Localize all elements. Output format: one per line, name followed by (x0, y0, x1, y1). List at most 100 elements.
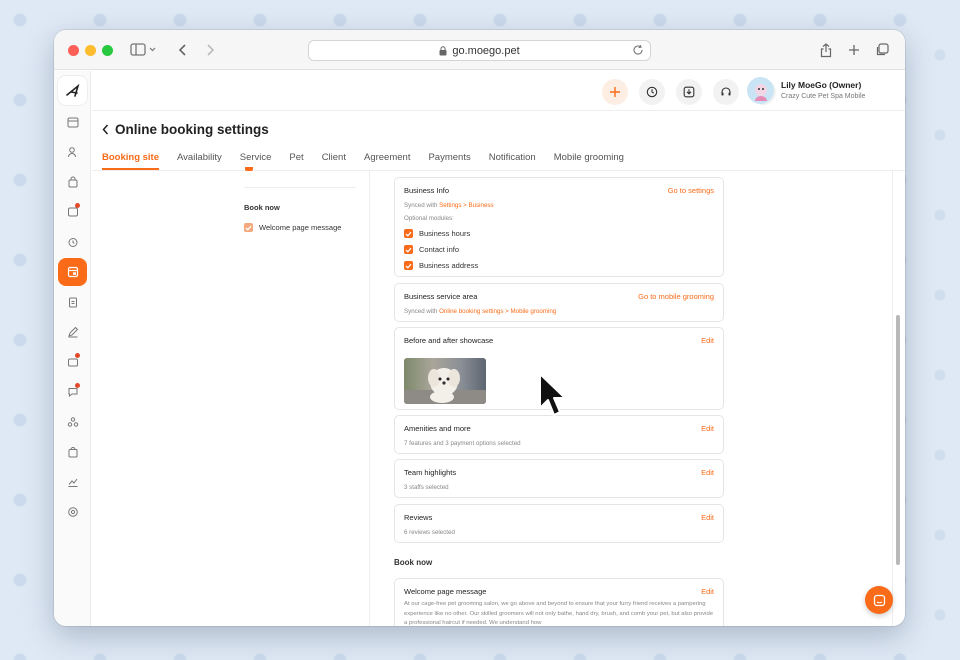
app-sidebar (54, 71, 91, 626)
sidebar-toggle-icon[interactable] (128, 40, 158, 60)
nav-item-welcome-message[interactable]: Welcome page message (244, 223, 341, 232)
go-to-settings-link[interactable]: Go to settings (668, 186, 714, 195)
edit-welcome-link[interactable]: Edit (701, 587, 714, 596)
tab-notification[interactable]: Notification (489, 152, 536, 170)
browser-toolbar: go.moego.pet (54, 30, 905, 70)
checkbox[interactable] (404, 229, 413, 238)
reports-icon[interactable] (58, 468, 87, 496)
edit-reviews-link[interactable]: Edit (701, 513, 714, 522)
page-title-text: Online booking settings (115, 122, 269, 137)
chat-icon (873, 594, 885, 606)
settings-business-link[interactable]: Settings > Business (439, 202, 494, 209)
reviews-card: Reviews Edit 6 reviews selected (394, 504, 724, 543)
address-bar[interactable]: go.moego.pet (308, 40, 651, 61)
business-info-card: Business Info Go to settings Synced with… (394, 177, 724, 277)
download-icon (683, 86, 695, 98)
content-divider (892, 171, 893, 626)
forward-nav-icon[interactable] (203, 40, 217, 60)
checkbox[interactable] (404, 245, 413, 254)
pen-icon[interactable] (58, 318, 87, 346)
back-chevron-icon[interactable] (102, 124, 109, 135)
chat-bubble-icon[interactable] (58, 378, 87, 406)
page-title: Online booking settings (102, 122, 269, 137)
scrollbar[interactable] (896, 315, 900, 565)
notification-dot (75, 383, 80, 388)
tab-mobile-grooming[interactable]: Mobile grooming (554, 152, 624, 170)
book-now-heading: Book now (394, 558, 433, 567)
tab-overview-icon[interactable] (874, 40, 890, 60)
module-label: Business hours (419, 229, 471, 238)
clock-icon (646, 86, 658, 98)
nav-divider (244, 187, 356, 188)
clients-icon[interactable] (58, 138, 87, 166)
card-title: Team highlights (404, 468, 457, 477)
tab-pet[interactable]: Pet (289, 152, 303, 170)
amenities-summary: 7 features and 3 payment options selecte… (404, 440, 521, 447)
card-title: Business service area (404, 292, 478, 301)
module-contact-info[interactable]: Contact info (404, 245, 459, 254)
messages-icon[interactable] (58, 198, 87, 226)
partial-checkbox (245, 167, 253, 171)
checkbox[interactable] (404, 261, 413, 270)
module-business-address[interactable]: Business address (404, 261, 478, 270)
nav-heading-book-now: Book now (244, 203, 280, 212)
module-business-hours[interactable]: Business hours (404, 229, 470, 238)
back-nav-icon[interactable] (176, 40, 190, 60)
notification-dot (75, 353, 80, 358)
welcome-message-text: At our cage-free pet grooming salon, we … (404, 601, 713, 626)
tab-payments[interactable]: Payments (428, 152, 470, 170)
card-title: Welcome page message (404, 587, 487, 596)
synced-with-text: Synced with Online booking settings > Mo… (404, 308, 557, 315)
check-icon (245, 225, 252, 231)
content-divider (369, 171, 370, 626)
business-name[interactable]: Crazy Cute Pet Spa Mobile (781, 93, 865, 100)
reload-icon[interactable] (632, 44, 644, 56)
plus-icon (610, 87, 620, 97)
team-icon[interactable] (58, 408, 87, 436)
share-icon[interactable] (818, 40, 834, 60)
download-button[interactable] (676, 79, 702, 105)
card-title: Amenities and more (404, 424, 471, 433)
tab-agreement[interactable]: Agreement (364, 152, 410, 170)
settings-tabs: Booking site Availability Service Pet Cl… (102, 152, 642, 170)
reviews-icon[interactable] (58, 348, 87, 376)
history-button[interactable] (639, 79, 665, 105)
mobile-grooming-settings-link[interactable]: Online booking settings > Mobile groomin… (439, 308, 556, 315)
user-name[interactable]: Lily MoeGo (Owner) (781, 80, 861, 90)
tab-client[interactable]: Client (322, 152, 346, 170)
tab-booking-site[interactable]: Booking site (102, 152, 160, 170)
card-title: Before and after showcase (404, 336, 494, 345)
avatar[interactable] (747, 77, 774, 104)
maximize-window-button[interactable] (102, 45, 113, 56)
tab-availability[interactable]: Availability (177, 152, 222, 170)
synced-with-text: Synced with Settings > Business (404, 202, 494, 209)
add-button[interactable] (602, 79, 628, 105)
online-booking-icon[interactable] (58, 258, 87, 286)
amenities-card: Amenities and more Edit 7 features and 3… (394, 415, 724, 454)
calendar-icon[interactable] (58, 108, 87, 136)
checkbox[interactable] (244, 223, 253, 232)
support-button[interactable] (713, 79, 739, 105)
go-to-mobile-grooming-link[interactable]: Go to mobile grooming (638, 292, 714, 301)
moego-logo-icon[interactable] (58, 76, 87, 105)
check-icon (405, 247, 412, 253)
edit-amenities-link[interactable]: Edit (701, 424, 714, 433)
chat-support-button[interactable] (865, 586, 893, 614)
minimize-window-button[interactable] (85, 45, 96, 56)
alarm-icon[interactable] (58, 228, 87, 256)
team-summary: 3 staffs selected (404, 484, 449, 491)
notification-dot (75, 203, 80, 208)
new-tab-icon[interactable] (846, 40, 862, 60)
edit-team-link[interactable]: Edit (701, 468, 714, 477)
shop-icon[interactable] (58, 438, 87, 466)
close-window-button[interactable] (68, 45, 79, 56)
edit-showcase-link[interactable]: Edit (701, 336, 714, 345)
settings-gear-icon[interactable] (58, 498, 87, 526)
browser-window: go.moego.pet Lily MoeGo (Owner) Crazy Cu… (54, 30, 905, 626)
lock-icon (439, 45, 447, 56)
optional-modules-label: Optional modules: (404, 215, 454, 222)
showcase-dog-photo[interactable] (404, 358, 486, 404)
tabs-divider (92, 170, 905, 171)
lock-box-icon[interactable] (58, 168, 87, 196)
clipboard-icon[interactable] (58, 288, 87, 316)
